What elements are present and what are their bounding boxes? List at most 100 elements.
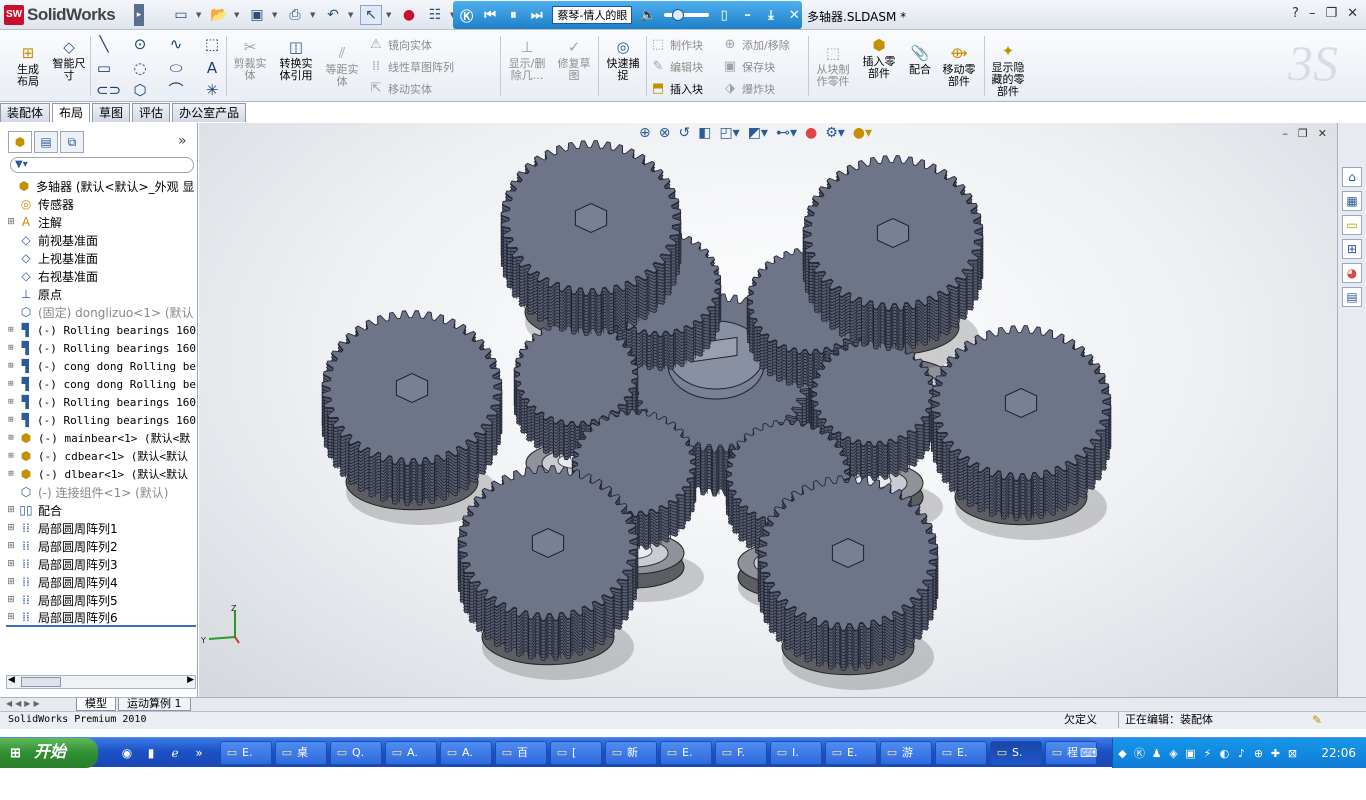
- rectangle-icon[interactable]: ▭: [96, 60, 112, 76]
- quicklaunch-more-icon[interactable]: »: [190, 744, 208, 762]
- bottom-tab-1[interactable]: 运动算例 1: [118, 698, 191, 711]
- text-icon[interactable]: A: [204, 60, 220, 76]
- tree-item[interactable]: ⊞ ⬢ (-) mainbear<1> (默认<默: [6, 429, 196, 447]
- fillet-icon[interactable]: ⌒: [168, 82, 184, 98]
- taskbar-button[interactable]: ▭ 新: [605, 741, 657, 765]
- appearances-icon[interactable]: ◕: [1342, 263, 1362, 283]
- design-library-icon[interactable]: ▦: [1342, 191, 1362, 211]
- tab-4[interactable]: 办公室产品: [172, 103, 247, 122]
- browser-icon[interactable]: ℯ: [166, 744, 184, 762]
- tree-item[interactable]: ⊞ ▯▯ 配合: [6, 501, 196, 519]
- save-dropdown-icon[interactable]: ▼: [272, 11, 280, 19]
- tree-item[interactable]: ⊞ ⬢ (-) cdbear<1> (默认<默认: [6, 447, 196, 465]
- tree-expander-icon[interactable]: ⊞: [6, 577, 16, 587]
- filter-field[interactable]: ▼▾: [10, 157, 194, 173]
- options-icon[interactable]: ☷: [424, 5, 446, 25]
- slot-icon[interactable]: ⊂⊃: [96, 82, 121, 98]
- tree-expander-icon[interactable]: ⊞: [6, 415, 16, 425]
- tree-item[interactable]: ⊞ ⁞⁞ 局部圆周阵列3: [6, 555, 196, 573]
- file-explorer-icon[interactable]: ▭: [1342, 215, 1362, 235]
- point-icon[interactable]: ✳: [204, 82, 220, 98]
- tree-item[interactable]: ⊞ ⁞⁞ 局部圆周阵列6: [6, 609, 196, 627]
- tree-item[interactable]: ⬡ (-) 连接组件<1> (默认): [6, 483, 196, 501]
- view-palette-icon[interactable]: ⊞: [1342, 239, 1362, 259]
- restore-button[interactable]: ❐: [1325, 6, 1337, 21]
- apply-scene-icon[interactable]: ⚙▾: [825, 125, 845, 141]
- tree-item[interactable]: ◇ 前视基准面: [6, 231, 196, 249]
- taskbar-button[interactable]: ▭ A.: [440, 741, 492, 765]
- configuration-manager-tab-icon[interactable]: ⧉: [60, 131, 84, 153]
- tree-expander-icon[interactable]: ⊞: [6, 361, 16, 371]
- tray-icon[interactable]: ◐: [1217, 747, 1232, 760]
- next-track-icon[interactable]: ⏭: [529, 8, 544, 23]
- tree-item[interactable]: ⊞ ▜ (-) Rolling bearings 160: [6, 321, 196, 339]
- tray-icon[interactable]: ⊕: [1251, 747, 1266, 760]
- view-settings-icon[interactable]: ●▾: [853, 125, 872, 141]
- tree-item[interactable]: ⊞ ⁞⁞ 局部圆周阵列4: [6, 573, 196, 591]
- trim-entities-button[interactable]: ✂ 剪裁实 体: [230, 38, 270, 82]
- custom-properties-icon[interactable]: ▤: [1342, 287, 1362, 307]
- tray-icon[interactable]: ✚: [1268, 747, 1283, 760]
- generate-layout-button[interactable]: ⊞ 生成 布局: [12, 44, 44, 88]
- spline-icon[interactable]: ∿: [168, 36, 184, 52]
- mate-button[interactable]: 📎 配合: [904, 44, 936, 76]
- polygon-icon[interactable]: ⬡: [132, 82, 148, 98]
- taskbar-button[interactable]: ▭ E.: [825, 741, 877, 765]
- tree-item[interactable]: ⊞ A 注解: [6, 213, 196, 231]
- tree-item[interactable]: ◇ 右视基准面: [6, 267, 196, 285]
- open-icon[interactable]: 📂: [208, 5, 230, 25]
- section-view-icon[interactable]: ◧: [698, 125, 711, 141]
- player-minimize-icon[interactable]: –: [740, 8, 755, 23]
- tree-expander-icon[interactable]: ⊞: [6, 559, 16, 569]
- tree-item[interactable]: ⊞ ⁞⁞ 局部圆周阵列2: [6, 537, 196, 555]
- scroll-left-icon[interactable]: ◀: [8, 675, 15, 685]
- undo-dropdown-icon[interactable]: ▼: [348, 11, 356, 19]
- tree-expander-icon[interactable]: ⊞: [6, 325, 16, 335]
- edit-appearance-icon[interactable]: ●: [805, 125, 817, 141]
- doc-minimize-icon[interactable]: –: [1282, 127, 1288, 140]
- scroll-thumb[interactable]: [21, 677, 61, 687]
- previous-track-icon[interactable]: ⏮: [482, 8, 497, 23]
- tray-icon[interactable]: ◆: [1115, 747, 1130, 760]
- panel-expand-icon[interactable]: »: [178, 133, 187, 149]
- doc-restore-icon[interactable]: ❐: [1298, 127, 1308, 140]
- select-icon[interactable]: ↖: [360, 5, 382, 25]
- tab-3[interactable]: 评估: [132, 103, 171, 122]
- close-button[interactable]: ✕: [1347, 6, 1358, 21]
- tray-icon[interactable]: ▣: [1183, 747, 1198, 760]
- circle-icon[interactable]: ⊙: [132, 36, 148, 52]
- previous-view-icon[interactable]: ↺: [678, 125, 690, 141]
- taskbar-button[interactable]: ▭ Q.: [330, 741, 382, 765]
- taskbar-button[interactable]: ▭ 游: [880, 741, 932, 765]
- taskbar-button[interactable]: ▭ S.: [990, 741, 1042, 765]
- tray-icon[interactable]: ⊠: [1285, 747, 1300, 760]
- tree-expander-icon[interactable]: ⊞: [6, 397, 16, 407]
- tree-item[interactable]: ⬢ 多轴器 (默认<默认>_外观 显: [6, 177, 196, 195]
- tree-item[interactable]: ⊞ ▜ (-) Rolling bearings 160: [6, 393, 196, 411]
- tree-item[interactable]: ◇ 上视基准面: [6, 249, 196, 267]
- tray-icon[interactable]: ♟: [1149, 747, 1164, 760]
- taskbar-button[interactable]: ▭[: [550, 741, 602, 765]
- arc-icon[interactable]: ◌: [132, 60, 148, 76]
- lyrics-icon[interactable]: ▯: [717, 8, 732, 23]
- menu-expand-arrow[interactable]: ▸: [134, 4, 144, 26]
- tree-item[interactable]: ⬡ (固定) donglizuo<1> (默认: [6, 303, 196, 321]
- tree-expander-icon[interactable]: ⊞: [6, 505, 16, 515]
- move-entities-button[interactable]: ⇱ 移动实体: [368, 80, 432, 98]
- open-dropdown-icon[interactable]: ▼: [234, 11, 242, 19]
- make-block-button[interactable]: ⬚ 制作块: [650, 36, 703, 54]
- select-dropdown-icon[interactable]: ▼: [386, 11, 394, 19]
- volume-slider[interactable]: [664, 9, 709, 21]
- tree-item[interactable]: ⊞ ▜ (-) Rolling bearings 160: [6, 411, 196, 429]
- convert-entities-button[interactable]: ◫ 转换实 体引用: [274, 38, 318, 82]
- download-icon[interactable]: ⤓: [763, 8, 778, 23]
- tree-horizontal-scrollbar[interactable]: ◀ ▶: [6, 675, 196, 689]
- print-icon[interactable]: ⎙: [284, 5, 306, 25]
- tray-icon[interactable]: ⚡: [1200, 747, 1215, 760]
- keyboard-icon[interactable]: ⌨: [1080, 746, 1097, 760]
- grid-icon[interactable]: ⬚: [204, 36, 220, 52]
- tree-expander-icon[interactable]: ⊞: [6, 343, 16, 353]
- make-part-from-block-button[interactable]: ⬚ 从块制 作零件: [812, 44, 854, 88]
- tab-2[interactable]: 草图: [92, 103, 131, 122]
- edit-block-button[interactable]: ✎ 编辑块: [650, 58, 703, 76]
